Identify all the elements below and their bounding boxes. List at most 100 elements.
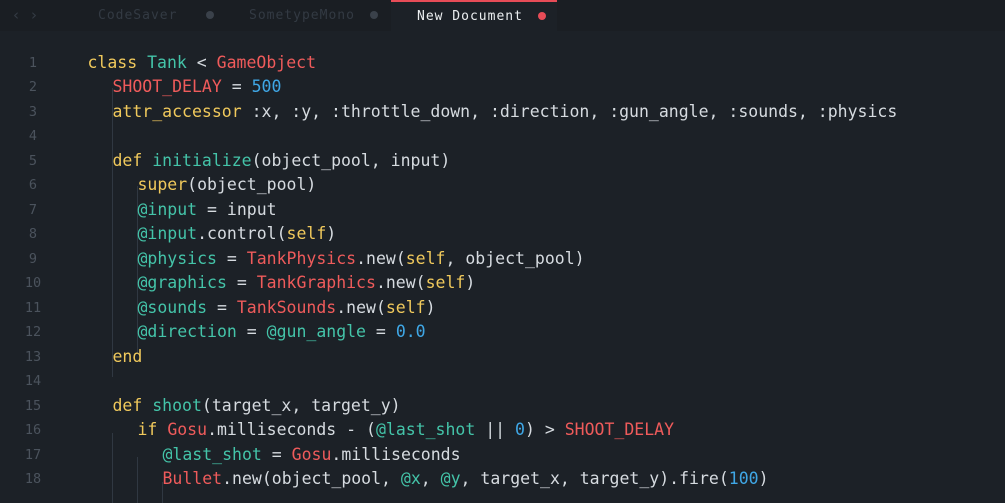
code-token: .milliseconds [331,444,461,464]
code-line[interactable]: 8 @input.control(self) [0,222,1005,247]
code-token: TankGraphics [256,273,376,292]
line-number: 3 [28,103,38,120]
code-token: :x, :y, :throttle_down, :direction, :gun… [241,101,898,121]
line-number: 11 [24,299,42,316]
forward-arrow-icon[interactable]: › [31,6,37,24]
code-token: = [261,444,292,464]
code-token: Gosu [167,420,208,439]
code-token: .new( [356,248,406,268]
code-token: || [475,420,516,439]
code-text: @physics = TankPhysics.new(self, object_… [138,247,585,272]
code-token: , target_x, target_y).fire( [460,469,729,488]
code-line[interactable]: 9 @physics = TankPhysics.new(self, object… [0,247,1005,272]
line-number: 17 [24,446,42,463]
code-token: @gun_angle [266,322,366,341]
code-token: @y [440,469,461,488]
line-number: 2 [28,79,38,95]
code-token: , object_pool) [445,248,585,268]
code-line[interactable]: 11 @sounds = TankSounds.new(self) [0,296,1005,321]
code-line[interactable]: 14 [0,369,1005,394]
code-line[interactable]: 3 attr_accessor :x, :y, :throttle_down, :… [0,100,1005,125]
code-line[interactable]: 12 @direction = @gun_angle = 0.0 [0,320,1005,345]
code-token: @physics [137,248,217,268]
code-token: GameObject [216,52,317,72]
code-line[interactable]: 7 @input = input [0,198,1005,223]
code-token: = [221,77,252,96]
code-token: , [420,469,441,488]
code-token: Gosu [291,444,332,464]
code-text: @direction = @gun_angle = 0.0 [138,320,426,345]
line-number: 15 [24,397,42,414]
unsaved-dot-icon [206,11,214,19]
code-token: TankSounds [236,297,337,317]
code-line[interactable]: 15 def shoot(target_x, target_y) [0,394,1005,419]
code-text: SHOOT_DELAY = 500 [113,75,282,100]
tab-label: New Document [417,9,523,24]
line-number: 5 [28,152,38,169]
code-line[interactable]: 16 if Gosu.milliseconds - (@last_shot || … [0,418,1005,443]
code-line[interactable]: 2 SHOOT_DELAY = 500 [0,75,1005,100]
code-token: ) > [524,420,565,439]
line-number: 10 [24,275,42,291]
tab-codesaver[interactable]: CodeSaver [98,0,228,31]
code-text: if Gosu.milliseconds - (@last_shot || 0)… [138,418,675,443]
tab-label: SometypeMono [249,8,355,23]
line-number: 18 [24,471,42,487]
code-text: @graphics = TankGraphics.new(self) [138,271,476,296]
code-text: end [113,345,143,370]
code-line[interactable]: 10 @graphics = TankGraphics.new(self) [0,271,1005,296]
code-token: (object_pool) [187,175,317,194]
code-token: end [112,346,143,366]
code-token: ) [465,273,476,292]
code-text: @sounds = TankSounds.new(self) [138,296,436,321]
code-token: (object_pool, input) [251,150,451,170]
code-token: self [385,297,426,317]
code-token: .new( [336,297,386,317]
code-token: @input [137,199,198,219]
code-token: = [366,322,396,341]
code-token: super [137,175,188,194]
code-text: attr_accessor :x, :y, :throttle_down, :d… [113,100,898,125]
code-text: @input = input [138,198,277,223]
tab-label: CodeSaver [98,8,178,23]
code-token: ) [425,297,436,317]
code-token: 100 [728,469,759,488]
code-line[interactable]: 13 end [0,345,1005,370]
line-number: 7 [28,201,38,218]
line-number: 1 [28,54,38,71]
tab-sometypemono[interactable]: SometypeMono [249,0,389,31]
code-token: TankPhysics [246,248,357,268]
code-line[interactable]: 1 class Tank < GameObject [0,51,1005,76]
code-token: self [286,224,327,243]
line-number: 12 [24,324,42,340]
code-token: SHOOT_DELAY [112,77,222,96]
code-line[interactable]: 18 Bullet.new(object_pool, @x, @y, target… [0,467,1005,492]
code-token: def [112,150,153,170]
code-text: def initialize(object_pool, input) [113,149,451,174]
code-token: < [186,52,217,72]
code-token: @x [400,469,421,488]
code-token: @direction [137,322,237,341]
code-token: 0.0 [395,322,426,341]
code-line[interactable]: 4 [0,124,1005,149]
code-token: = [207,297,237,317]
code-token: Bullet [162,469,223,488]
code-token: .new( [375,273,426,292]
code-text: super(object_pool) [138,173,317,198]
code-token: self [405,248,446,268]
code-token: 0 [515,420,525,439]
code-text: def shoot(target_x, target_y) [113,394,401,419]
code-token: @last_shot [375,420,476,439]
code-text: Bullet.new(object_pool, @x, @y, target_x… [163,467,769,492]
code-line[interactable]: 17 @last_shot = Gosu.milliseconds [0,443,1005,468]
back-arrow-icon[interactable]: ‹ [13,6,19,24]
code-token: @sounds [137,297,208,317]
line-number: 6 [28,177,38,193]
tab-bar: ‹ › CodeSaver SometypeMono New Document [0,0,1005,31]
code-editor[interactable]: 1 class Tank < GameObject 2 SHOOT_DELAY = 5… [0,31,1005,503]
code-token: @last_shot [162,444,262,464]
code-line[interactable]: 6 super(object_pool) [0,173,1005,198]
tab-new-document[interactable]: New Document [391,0,557,31]
line-number: 9 [28,250,38,267]
code-line[interactable]: 5 def initialize(object_pool, input) [0,149,1005,174]
